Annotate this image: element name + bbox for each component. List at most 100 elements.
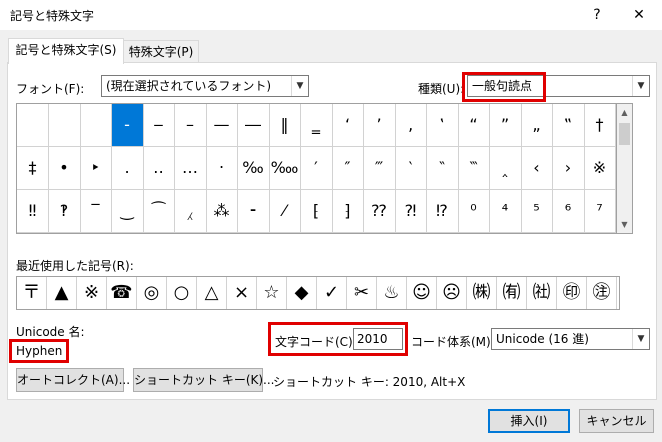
recent-symbol-cell[interactable]: ☎: [107, 277, 137, 309]
symbol-cell[interactable]: ‷: [458, 147, 490, 190]
autocorrect-button[interactable]: オートコレクト(A)...: [16, 368, 130, 392]
symbol-cell[interactable]: ‱: [269, 147, 301, 190]
symbol-cell[interactable]: ‵: [395, 147, 427, 190]
symbol-cell[interactable]: ’: [363, 104, 396, 147]
scroll-down-icon[interactable]: ▼: [617, 216, 632, 233]
recent-symbol-cell[interactable]: ☆: [257, 277, 287, 309]
recent-symbol-cell[interactable]: ○: [167, 277, 197, 309]
recent-symbol-cell[interactable]: ✓: [317, 277, 347, 309]
symbol-cell[interactable]: †: [584, 104, 616, 147]
code-system-label: コード体系(M):: [411, 335, 495, 349]
symbol-cell[interactable]: ⁄: [269, 190, 301, 233]
tab-special-characters[interactable]: 特殊文字(P): [123, 40, 199, 63]
subset-label: 種類(U):: [418, 82, 465, 96]
symbol-cell[interactable]: —: [206, 104, 238, 147]
symbol-cell[interactable]: ‴: [363, 147, 396, 190]
symbol-cell[interactable]: ⁵: [521, 190, 553, 233]
recent-symbol-cell[interactable]: ㊞: [557, 277, 587, 309]
symbol-cell[interactable]: ⁷: [584, 190, 616, 233]
symbol-cell[interactable]: …: [174, 147, 207, 190]
symbol-cell[interactable]: ‾: [80, 190, 112, 233]
shortcut-key-button[interactable]: ショートカット キー(K)...: [133, 368, 275, 392]
symbol-cell[interactable]: ⁂: [206, 190, 238, 233]
char-code-input[interactable]: 2010: [353, 328, 403, 350]
recent-symbol-cell[interactable]: △: [197, 277, 227, 309]
symbol-cell[interactable]: ⁀: [143, 190, 175, 233]
close-icon[interactable]: ✕: [628, 4, 650, 26]
symbol-cell[interactable]: ⁆: [332, 190, 364, 233]
chevron-down-icon: ▼: [291, 76, 308, 96]
symbol-cell[interactable]: •: [48, 147, 81, 190]
symbol-cell[interactable]: ※: [584, 147, 616, 190]
symbol-cell[interactable]: ‒: [143, 104, 175, 147]
recent-symbol-cell[interactable]: 〒: [17, 277, 47, 309]
symbol-cell[interactable]: ⁁: [174, 190, 207, 233]
shortcut-info: ショートカット キー: 2010, Alt+X: [273, 375, 466, 389]
symbol-cell[interactable]: ‼: [17, 190, 49, 233]
window-title: 記号と特殊文字: [10, 9, 95, 23]
recent-symbols[interactable]: 〒 ▲ ※ ☎ ◎ ○ △ × ☆ ◆ ✓ ✂ ♨ ☺ ☹ ㈱㈲㈳㊞㊟: [16, 276, 620, 310]
symbol-cell[interactable]: ‶: [426, 147, 459, 190]
symbol-cell[interactable]: [17, 104, 49, 147]
scroll-up-icon[interactable]: ▲: [617, 104, 632, 121]
help-icon[interactable]: ?: [586, 4, 608, 26]
symbol-cell[interactable]: ′: [300, 147, 333, 190]
symbol-cell[interactable]: ‸: [489, 147, 522, 190]
tab-symbols-label: 記号と特殊文字(S): [15, 43, 117, 57]
cancel-button[interactable]: キャンセル: [579, 409, 654, 433]
symbol-cell[interactable]: ‿: [111, 190, 144, 233]
symbol-cell[interactable]: ›: [552, 147, 585, 190]
symbol-cell[interactable]: ‗: [300, 104, 333, 147]
scrollbar-thumb[interactable]: [619, 123, 630, 145]
recent-symbol-cell[interactable]: ㈱: [467, 277, 497, 309]
recent-symbol-cell[interactable]: ☺: [407, 277, 437, 309]
recent-symbol-cell[interactable]: ✂: [347, 277, 377, 309]
symbol-cell[interactable]: ―: [237, 104, 270, 147]
symbol-cell[interactable]: ⁰: [458, 190, 490, 233]
symbol-cell[interactable]: ‖: [269, 104, 301, 147]
symbol-cell[interactable]: ․: [111, 147, 144, 190]
symbol-cell[interactable]: „: [521, 104, 553, 147]
font-dropdown[interactable]: (現在選択されているフォント) ▼: [101, 75, 309, 97]
symbol-cell[interactable]: [48, 104, 81, 147]
symbol-cell[interactable]: ‧: [206, 147, 238, 190]
insert-button[interactable]: 挿入(I): [488, 409, 570, 433]
symbol-cell[interactable]: ⁈: [395, 190, 427, 233]
symbol-cell[interactable]: [80, 104, 112, 147]
symbol-grid[interactable]: ‐ ‒ – — ― ‖ ‗ ‘’ ‚ ‛ “” „ ‟ † ‡ • ‣ ․ ‥… ‧ ‰ ‱ ′ ″ ‴ ‵ ‶ ‷ ‸ ‹ › ※ ‼ ‽ ‾ ‿ ⁀…: [16, 103, 617, 234]
symbol-cell[interactable]: ‘: [332, 104, 364, 147]
recent-symbol-cell[interactable]: ▲: [47, 277, 77, 309]
recent-symbol-cell[interactable]: ㈲: [497, 277, 527, 309]
symbol-cell[interactable]: ⁅: [300, 190, 333, 233]
recent-symbol-cell[interactable]: ◎: [137, 277, 167, 309]
symbol-cell[interactable]: ‥: [143, 147, 175, 190]
symbol-cell[interactable]: ⁴: [489, 190, 522, 233]
symbol-cell[interactable]: ‹: [521, 147, 553, 190]
symbol-cell[interactable]: ‰: [237, 147, 270, 190]
symbol-cell[interactable]: ⁇: [363, 190, 396, 233]
symbol-cell[interactable]: ‡: [17, 147, 49, 190]
recent-symbol-cell[interactable]: ※: [77, 277, 107, 309]
recent-symbol-cell[interactable]: ☹: [437, 277, 467, 309]
tab-symbols[interactable]: 記号と特殊文字(S): [8, 38, 124, 64]
recent-symbol-cell[interactable]: ◆: [287, 277, 317, 309]
symbol-cell[interactable]: ”: [489, 104, 522, 147]
recent-symbol-cell[interactable]: ㈳: [527, 277, 557, 309]
recent-symbol-cell[interactable]: ㊟: [587, 277, 617, 309]
grid-scrollbar[interactable]: ▲ ▼: [617, 103, 633, 234]
recent-symbol-cell[interactable]: ×: [227, 277, 257, 309]
symbol-cell[interactable]: ‚: [395, 104, 427, 147]
symbol-cell[interactable]: ″: [332, 147, 364, 190]
symbol-cell[interactable]: ‐: [111, 104, 144, 147]
symbol-cell[interactable]: ⁃: [237, 190, 270, 233]
symbol-cell[interactable]: ⁶: [552, 190, 585, 233]
symbol-cell[interactable]: ⁉: [426, 190, 459, 233]
symbol-cell[interactable]: “: [458, 104, 490, 147]
recent-symbol-cell[interactable]: ♨: [377, 277, 407, 309]
symbol-cell[interactable]: –: [174, 104, 207, 147]
code-system-dropdown[interactable]: Unicode (16 進) ▼: [491, 328, 650, 350]
symbol-cell[interactable]: ‛: [426, 104, 459, 147]
symbol-cell[interactable]: ‣: [80, 147, 112, 190]
symbol-cell[interactable]: ‟: [552, 104, 585, 147]
symbol-cell[interactable]: ‽: [48, 190, 81, 233]
